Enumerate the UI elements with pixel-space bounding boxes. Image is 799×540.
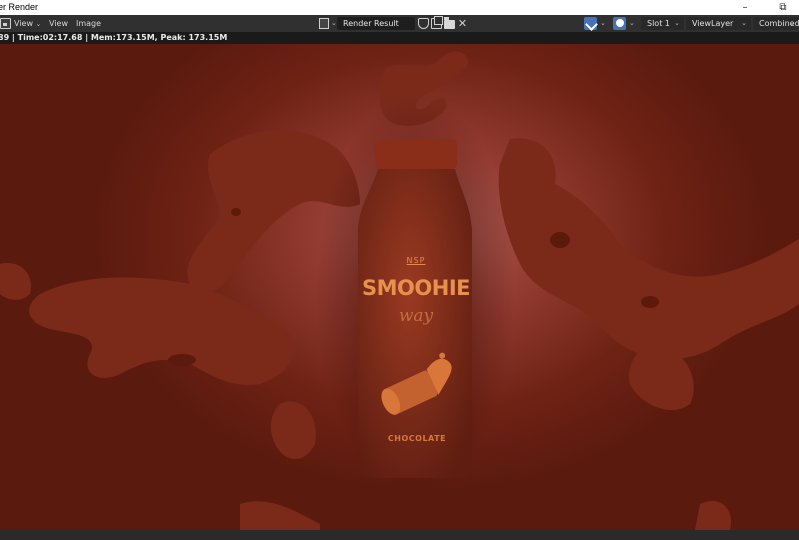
menu-view-label: View bbox=[14, 19, 33, 28]
chevron-down-icon: ⌄ bbox=[741, 19, 747, 27]
restore-button[interactable]: ⧉ bbox=[768, 0, 798, 15]
chevron-down-icon: ⌄ bbox=[789, 19, 795, 27]
view-layer-select[interactable]: ViewLayer ⌄ bbox=[686, 17, 751, 30]
image-browse-icon[interactable] bbox=[319, 18, 329, 29]
window-title: ler Render bbox=[0, 2, 39, 12]
chevron-down-icon: ⌄ bbox=[674, 19, 680, 27]
bottle-brand-text: NSP bbox=[406, 256, 426, 265]
chevron-down-icon: ⌄ bbox=[600, 19, 606, 27]
sample-tool-icon[interactable] bbox=[584, 17, 597, 30]
image-editor-icon[interactable] bbox=[0, 18, 11, 29]
chevron-down-icon: ⌄ bbox=[629, 19, 635, 27]
render-stats-text: 89 | Time:02:17.68 | Mem:173.15M, Peak: … bbox=[0, 33, 228, 42]
minimize-button[interactable]: – bbox=[730, 0, 760, 15]
bottle-product-text: SMOOHIE bbox=[362, 276, 470, 300]
slot-select[interactable]: Slot 1 ⌄ bbox=[641, 17, 684, 30]
menu-image[interactable]: Image bbox=[76, 15, 101, 32]
render-result-viewport[interactable]: NSP SMOOHIE way CHOCOLATE bbox=[0, 44, 799, 530]
chevron-down-icon: ⌄ bbox=[331, 19, 337, 27]
open-image-folder-icon[interactable] bbox=[444, 17, 455, 29]
fake-user-shield-icon[interactable] bbox=[418, 18, 429, 29]
status-footer bbox=[0, 530, 799, 540]
view-layer-select-label: ViewLayer bbox=[692, 19, 734, 28]
unlink-close-icon[interactable]: ✕ bbox=[457, 18, 468, 29]
bottle-cap bbox=[375, 139, 457, 169]
image-name-field[interactable]: Render Result bbox=[337, 17, 415, 30]
chevron-down-icon: ⌄ bbox=[35, 20, 42, 28]
menu-view[interactable]: View bbox=[49, 15, 68, 32]
bottle-tagline-text: way bbox=[398, 306, 434, 326]
window-titlebar: ler Render – ⧉ bbox=[0, 0, 799, 15]
new-image-icon[interactable] bbox=[431, 16, 443, 29]
render-pass-select[interactable]: Combined ⌄ bbox=[753, 17, 799, 30]
bottle-flavor-text: CHOCOLATE bbox=[387, 434, 447, 443]
render-stats-bar: 89 | Time:02:17.68 | Mem:173.15M, Peak: … bbox=[0, 32, 799, 44]
display-channels-icon[interactable] bbox=[613, 17, 626, 30]
image-editor-header: View ⌄ View Image ⌄ Render Result ✕ ⌄ ⌄ … bbox=[0, 15, 799, 32]
menu-view-dropdown[interactable]: View ⌄ bbox=[14, 15, 41, 32]
slot-select-label: Slot 1 bbox=[647, 19, 670, 28]
